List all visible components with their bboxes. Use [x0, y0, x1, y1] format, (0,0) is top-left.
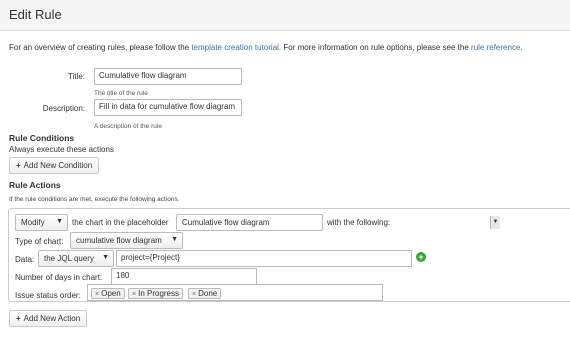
- description-label: Description:: [42, 104, 85, 113]
- description-input[interactable]: Fill in data for cumulative flow diagram: [94, 99, 242, 116]
- status-tag[interactable]: × Done: [188, 288, 222, 299]
- add-action-button[interactable]: + Add New Action: [9, 310, 88, 327]
- conditions-text: Always execute these actions: [9, 145, 114, 154]
- remove-x-icon[interactable]: ×: [95, 291, 99, 298]
- data-label: Data:: [15, 255, 35, 264]
- following-text: with the following:: [327, 218, 391, 227]
- actions-text: If the rule conditions are met, execute …: [9, 196, 180, 203]
- intro-text: For an overview of creating rules, pleas…: [9, 43, 523, 52]
- title-label: Title:: [67, 72, 85, 81]
- remove-x-icon[interactable]: ×: [132, 291, 136, 298]
- add-circle-icon[interactable]: +: [416, 252, 426, 262]
- plus-icon: +: [16, 161, 21, 170]
- title-hint: The title of the rule: [94, 90, 148, 97]
- plus-icon: +: [16, 314, 21, 323]
- days-label: Number of days in chart:: [15, 273, 103, 282]
- rule-conditions-heading: Rule Conditions: [9, 133, 75, 143]
- page-header: Edit Rule: [0, 0, 570, 31]
- chart-type-select[interactable]: cumulative flow diagram ▼: [70, 232, 183, 249]
- days-input[interactable]: 180: [111, 268, 257, 285]
- template-tutorial-link[interactable]: template creation tutorial: [191, 43, 279, 52]
- chart-text: the chart in the placeholder: [72, 218, 169, 227]
- status-tag[interactable]: × In Progress: [128, 288, 183, 299]
- chevron-down-icon: ▼: [171, 236, 178, 243]
- type-label: Type of chart:: [15, 237, 64, 246]
- status-tag[interactable]: × Open: [91, 288, 125, 299]
- action-select[interactable]: Modify ▼: [15, 214, 68, 231]
- chevron-down-icon: ▼: [56, 218, 63, 225]
- status-order-input[interactable]: × Open × In Progress × Done: [87, 284, 383, 301]
- title-input[interactable]: Cumulative flow diagram: [94, 68, 242, 85]
- chevron-down-icon: ▼: [102, 254, 109, 261]
- placeholder-select[interactable]: Cumulative flow diagram ▼: [176, 214, 500, 231]
- chevron-down-icon: ▼: [490, 216, 500, 229]
- data-source-select[interactable]: the JQL query ▼: [38, 250, 114, 267]
- status-order-label: Issue status order:: [15, 291, 81, 300]
- jql-query-input[interactable]: project={Project}: [116, 250, 412, 267]
- description-hint: A description of the rule: [94, 123, 162, 130]
- page-title: Edit Rule: [9, 7, 62, 22]
- add-condition-button[interactable]: + Add New Condition: [9, 157, 100, 174]
- rule-reference-link[interactable]: rule reference: [471, 43, 520, 52]
- rule-actions-heading: Rule Actions: [9, 180, 61, 190]
- remove-x-icon[interactable]: ×: [192, 291, 196, 298]
